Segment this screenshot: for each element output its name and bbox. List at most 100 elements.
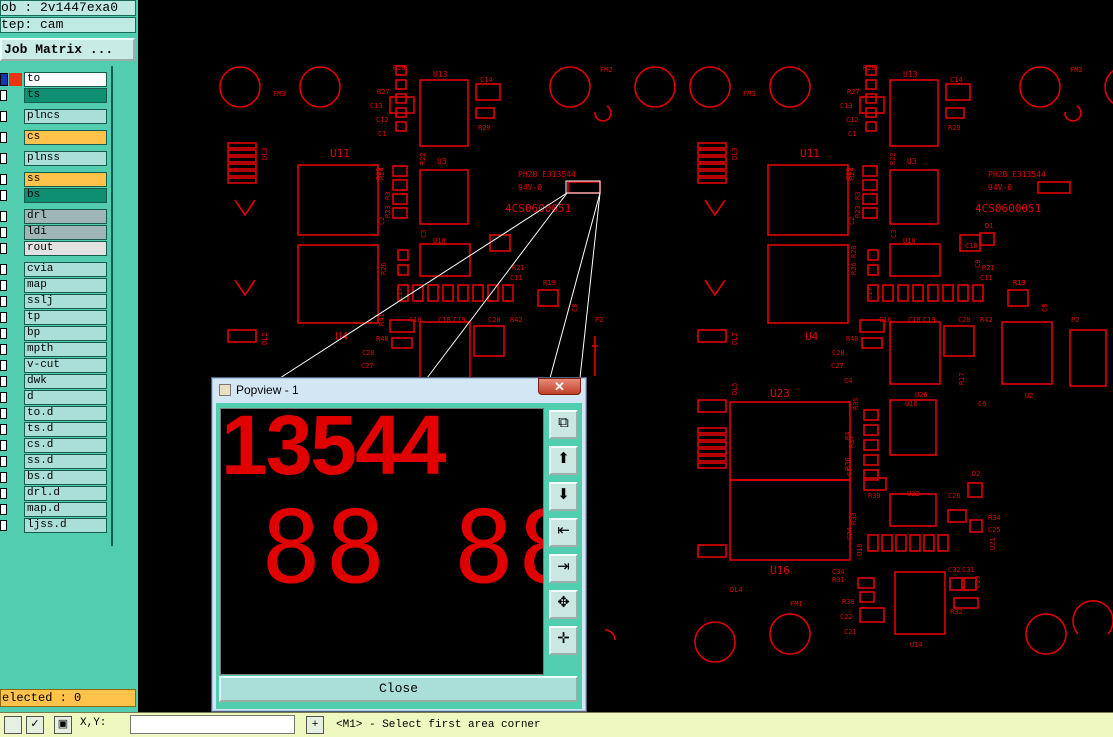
layer-row-drl[interactable]: drl (0, 209, 110, 225)
layer-checkbox[interactable] (0, 227, 7, 238)
layer-name[interactable]: to.d (24, 406, 107, 421)
layer-checkbox[interactable] (0, 472, 7, 483)
layer-row-ss.d[interactable]: ss.d (0, 454, 110, 470)
layer-name[interactable]: ss (24, 172, 107, 187)
layer-checkbox[interactable] (0, 344, 7, 355)
layer-name[interactable]: dwk (24, 374, 107, 389)
layer-name[interactable]: v-cut (24, 358, 107, 373)
pan-up-icon[interactable]: ⬆ (549, 446, 578, 475)
layer-name[interactable]: map.d (24, 502, 107, 517)
layer-checkbox[interactable] (0, 456, 7, 467)
silkscreen-label: C11 (980, 274, 993, 282)
layer-checkbox[interactable] (0, 174, 7, 185)
layer-name[interactable]: bp (24, 326, 107, 341)
layer-row-bp[interactable]: bp (0, 326, 110, 342)
layer-checkbox[interactable] (0, 264, 7, 275)
layer-row-plnss[interactable]: plnss (0, 151, 110, 167)
layer-row-cvia[interactable]: cvia (0, 262, 110, 278)
layer-checkbox[interactable] (0, 360, 7, 371)
layer-checkbox[interactable] (0, 90, 7, 101)
layer-checkbox[interactable] (0, 440, 7, 451)
layer-row-drl.d[interactable]: drl.d (0, 486, 110, 502)
layer-name[interactable]: map (24, 278, 107, 293)
silkscreen-label: C11 (510, 274, 523, 282)
check-icon[interactable]: ✓ (26, 716, 44, 734)
layer-name[interactable]: d (24, 390, 107, 405)
layer-name[interactable]: ts.d (24, 422, 107, 437)
layer-checkbox[interactable] (0, 328, 7, 339)
layer-name[interactable]: cs (24, 130, 107, 145)
layer-checkbox[interactable] (0, 312, 7, 323)
layer-row-cs[interactable]: cs (0, 130, 110, 146)
layer-row-map[interactable]: map (0, 278, 110, 294)
layer-name[interactable]: cvia (24, 262, 107, 277)
layer-row-ss[interactable]: ss (0, 172, 110, 188)
close-button[interactable]: Close (219, 676, 578, 702)
layer-checkbox[interactable] (0, 392, 7, 403)
silkscreen-label: R37 (848, 435, 856, 448)
layer-row-ldi[interactable]: ldi (0, 225, 110, 241)
layer-row-sslj[interactable]: sslj (0, 294, 110, 310)
layer-row-ts[interactable]: ts (0, 88, 110, 104)
zoom-in-icon[interactable]: ✥ (549, 590, 578, 619)
layer-name[interactable]: cs.d (24, 438, 107, 453)
toolbar-button-1[interactable] (4, 716, 22, 734)
layer-row-to[interactable]: to (0, 72, 110, 88)
layer-name[interactable]: to (24, 72, 107, 87)
pan-down-icon[interactable]: ⬇ (549, 482, 578, 511)
layer-row-d[interactable]: d (0, 390, 110, 406)
layer-name[interactable]: mpth (24, 342, 107, 357)
coords-input[interactable] (130, 715, 295, 734)
zoom-out-icon[interactable]: ✛ (549, 626, 578, 655)
layer-row-plncs[interactable]: plncs (0, 109, 110, 125)
layer-name[interactable]: drl (24, 209, 107, 224)
layer-row-mpth[interactable]: mpth (0, 342, 110, 358)
layer-checkbox[interactable] (0, 296, 7, 307)
layer-checkbox[interactable] (0, 520, 7, 531)
layer-checkbox[interactable] (0, 488, 7, 499)
layer-row-bs[interactable]: bs (0, 188, 110, 204)
layer-row-bs.d[interactable]: bs.d (0, 470, 110, 486)
layer-row-ljss.d[interactable]: ljss.d (0, 518, 110, 534)
layer-checkbox[interactable] (0, 408, 7, 419)
layer-checkbox[interactable] (0, 73, 8, 86)
layer-checkbox[interactable] (0, 243, 7, 254)
zoom-fit-icon[interactable]: ⧉ (549, 410, 578, 439)
layer-checkbox[interactable] (0, 424, 7, 435)
layer-checkbox[interactable] (0, 376, 7, 387)
layer-checkbox[interactable] (0, 132, 7, 143)
layer-row-tp[interactable]: tp (0, 310, 110, 326)
layer-name[interactable]: bs.d (24, 470, 107, 485)
layer-name[interactable]: tp (24, 310, 107, 325)
layer-name[interactable]: ljss.d (24, 518, 107, 533)
layer-checkbox[interactable] (0, 504, 7, 515)
layer-row-ts.d[interactable]: ts.d (0, 422, 110, 438)
window-close-button[interactable]: ✕ (538, 378, 581, 395)
popview-zoom-view[interactable]: 13544 88 88 (220, 408, 544, 675)
layer-checkbox[interactable] (0, 111, 7, 122)
layer-name[interactable]: rout (24, 241, 107, 256)
plus-icon[interactable]: + (306, 716, 324, 734)
pan-right-icon[interactable]: ⇥ (549, 554, 578, 583)
layer-row-to.d[interactable]: to.d (0, 406, 110, 422)
layer-name[interactable]: drl.d (24, 486, 107, 501)
layer-name[interactable]: plncs (24, 109, 107, 124)
layer-checkbox[interactable] (0, 190, 7, 201)
layer-name[interactable]: sslj (24, 294, 107, 309)
layer-name[interactable]: bs (24, 188, 107, 203)
layer-row-cs.d[interactable]: cs.d (0, 438, 110, 454)
layer-name[interactable]: ldi (24, 225, 107, 240)
job-matrix-button[interactable]: Job Matrix ... (0, 38, 135, 61)
layer-row-v-cut[interactable]: v-cut (0, 358, 110, 374)
layer-checkbox[interactable] (0, 153, 7, 164)
layer-checkbox[interactable] (0, 280, 7, 291)
layer-row-map.d[interactable]: map.d (0, 502, 110, 518)
layer-checkbox[interactable] (0, 211, 7, 222)
layer-name[interactable]: plnss (24, 151, 107, 166)
window-icon[interactable]: ▣ (54, 716, 72, 734)
layer-row-rout[interactable]: rout (0, 241, 110, 257)
layer-name[interactable]: ss.d (24, 454, 107, 469)
layer-row-dwk[interactable]: dwk (0, 374, 110, 390)
layer-name[interactable]: ts (24, 88, 107, 103)
pan-left-icon[interactable]: ⇤ (549, 518, 578, 547)
